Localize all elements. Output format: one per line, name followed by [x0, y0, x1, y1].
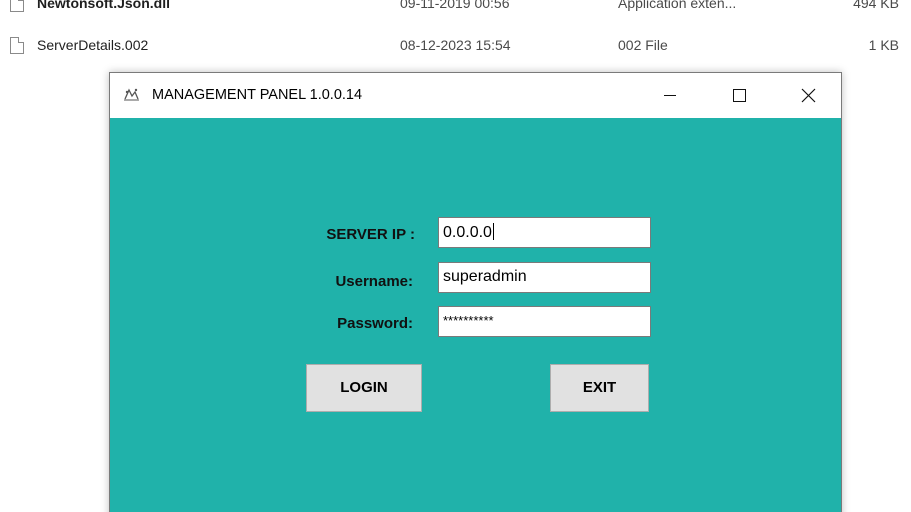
server-ip-label: SERVER IP : — [326, 226, 415, 243]
file-date: 09-11-2019 00:56 — [400, 0, 510, 11]
desktop-screen: Newtonsoft.Json.dll 09-11-2019 00:56 App… — [0, 0, 911, 512]
file-row-serverdetails[interactable]: ServerDetails.002 08-12-2023 15:54 002 F… — [0, 33, 911, 59]
file-name: Newtonsoft.Json.dll — [37, 0, 170, 11]
file-name: ServerDetails.002 — [37, 37, 149, 53]
username-value: superadmin — [443, 268, 527, 285]
title-bar[interactable]: MANAGEMENT PANEL 1.0.0.14 — [110, 73, 841, 118]
username-input[interactable]: superadmin — [438, 262, 651, 293]
file-size: 1 KB — [868, 37, 899, 53]
app-logo-icon — [123, 87, 140, 102]
server-ip-input[interactable]: 0.0.0.0 — [438, 217, 651, 248]
minimize-button[interactable] — [647, 73, 693, 118]
window-title: MANAGEMENT PANEL 1.0.0.14 — [152, 87, 363, 103]
file-size: 494 KB — [853, 0, 899, 11]
file-row-newtonsoft[interactable]: Newtonsoft.Json.dll 09-11-2019 00:56 App… — [0, 0, 911, 17]
username-label: Username: — [335, 273, 413, 290]
password-label: Password: — [337, 315, 413, 332]
file-icon — [10, 37, 24, 54]
exit-button[interactable]: EXIT — [550, 364, 649, 412]
file-type: Application exten... — [618, 0, 737, 11]
text-caret — [492, 223, 494, 240]
maximize-button[interactable] — [716, 73, 762, 118]
password-input[interactable]: ********** — [438, 306, 651, 337]
file-type: 002 File — [618, 37, 668, 53]
login-button[interactable]: LOGIN — [306, 364, 422, 412]
close-button[interactable] — [785, 73, 831, 118]
management-panel-window: MANAGEMENT PANEL 1.0.0.14 SERVER IP : 0.… — [109, 72, 842, 512]
server-ip-value: 0.0.0.0 — [443, 224, 492, 241]
dll-file-icon — [10, 0, 24, 12]
close-icon — [801, 88, 816, 103]
password-value: ********** — [443, 313, 494, 328]
file-date: 08-12-2023 15:54 — [400, 37, 511, 53]
